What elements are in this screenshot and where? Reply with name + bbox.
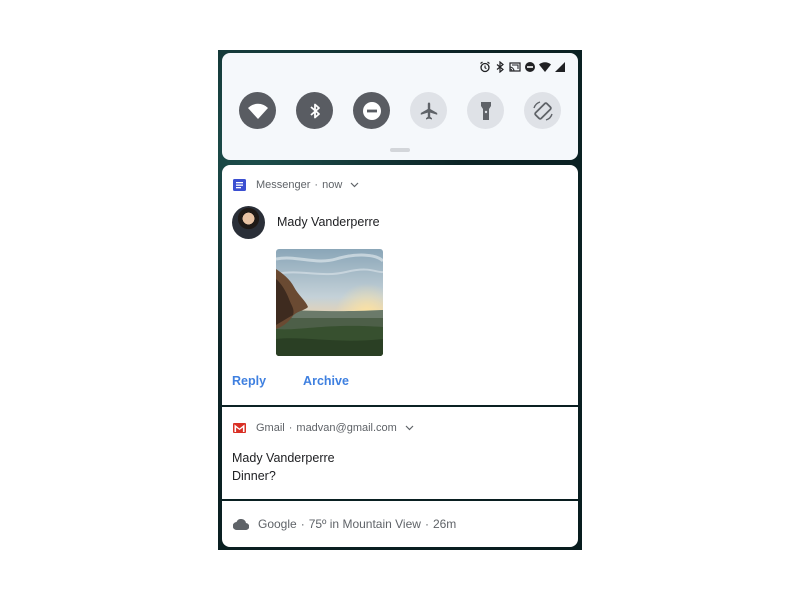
do-not-disturb-tile[interactable]	[353, 92, 390, 129]
notification-header: Messenger · now	[233, 178, 359, 191]
separator-dot: ·	[288, 421, 293, 434]
chevron-down-icon[interactable]	[350, 182, 359, 188]
app-name: Messenger	[256, 178, 311, 191]
gmail-notification[interactable]: Gmail · madvan@gmail.com Mady Vanderperr…	[222, 407, 578, 499]
sender-name: Mady Vanderperre	[232, 451, 335, 465]
weather-summary: Google · 75º in Mountain View · 26m	[233, 517, 456, 531]
separator-dot: ·	[424, 517, 429, 531]
rotate-icon	[532, 100, 553, 121]
notification-header: Gmail · madvan@gmail.com	[233, 421, 414, 434]
sender-name: Mady Vanderperre	[277, 215, 380, 229]
message-photo[interactable]	[276, 249, 383, 356]
notification-time: now	[322, 178, 343, 191]
wifi-tile[interactable]	[239, 92, 276, 129]
airplane-icon	[420, 102, 437, 119]
chevron-down-icon[interactable]	[405, 425, 414, 431]
status-bar	[479, 60, 566, 74]
notification-actions: Reply Archive	[232, 374, 349, 388]
messenger-notification[interactable]: Messenger · now Mady Vanderperre Reply A…	[222, 165, 578, 405]
google-notification[interactable]: Google · 75º in Mountain View · 26m	[222, 501, 578, 547]
quick-settings-panel	[222, 53, 578, 160]
cast-icon	[509, 61, 521, 73]
panel-drag-handle[interactable]	[390, 148, 410, 152]
wifi-icon	[247, 103, 268, 119]
dnd-icon	[362, 101, 381, 120]
signal-icon	[554, 61, 566, 73]
flashlight-tile[interactable]	[467, 92, 504, 129]
separator-dot: ·	[314, 178, 319, 191]
separator-dot: ·	[300, 517, 305, 531]
cloud-icon	[233, 518, 249, 530]
bluetooth-icon	[309, 103, 320, 118]
dnd-icon	[524, 61, 536, 73]
avatar	[232, 206, 265, 239]
wifi-icon	[539, 61, 551, 73]
archive-button[interactable]: Archive	[303, 374, 349, 388]
alarm-icon	[479, 61, 491, 73]
reply-button[interactable]: Reply	[232, 374, 266, 388]
gmail-app-icon	[233, 421, 246, 434]
flashlight-icon	[480, 101, 491, 120]
bluetooth-tile[interactable]	[296, 92, 333, 129]
app-name: Gmail	[256, 421, 285, 434]
messenger-app-icon	[233, 178, 246, 191]
bluetooth-icon	[494, 61, 506, 73]
phone-screen: Messenger · now Mady Vanderperre Reply A…	[218, 50, 582, 550]
quick-settings-tiles	[239, 92, 561, 129]
auto-rotate-tile[interactable]	[524, 92, 561, 129]
airplane-mode-tile[interactable]	[410, 92, 447, 129]
message-text: Dinner?	[232, 469, 276, 483]
account-email: madvan@gmail.com	[296, 421, 397, 434]
weather-text: 75º in Mountain View	[308, 517, 421, 531]
notification-time: 26m	[432, 517, 457, 531]
app-name: Google	[258, 517, 297, 531]
